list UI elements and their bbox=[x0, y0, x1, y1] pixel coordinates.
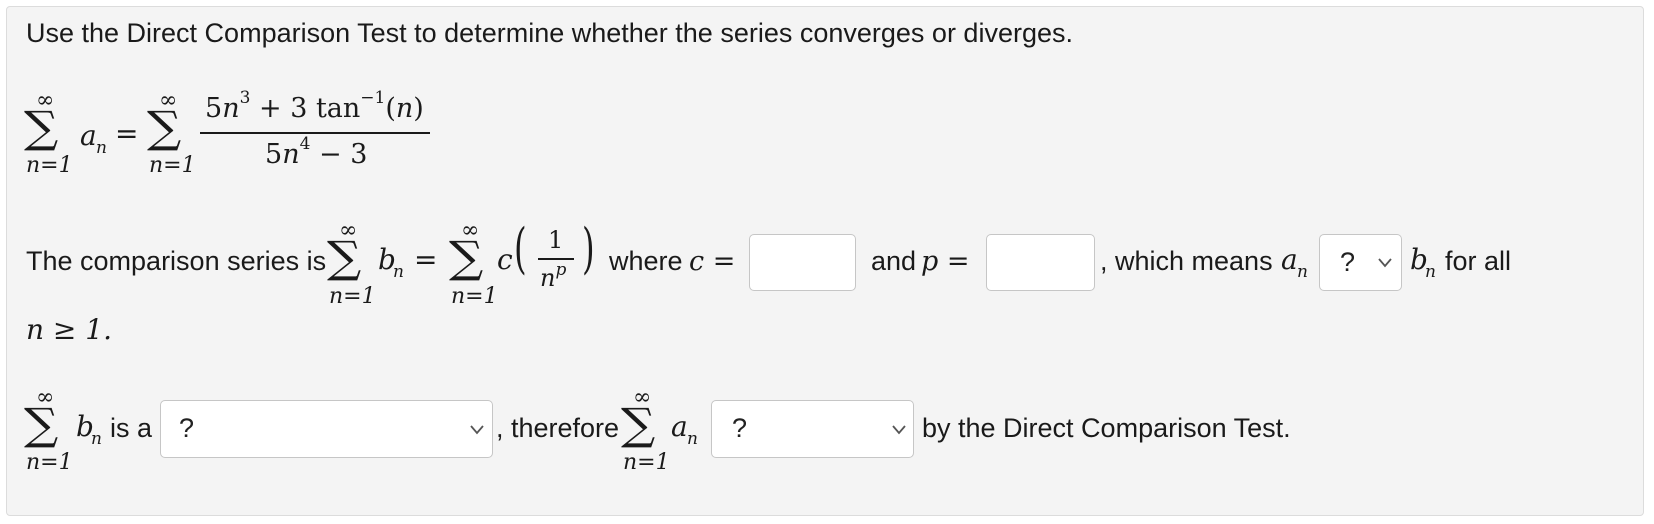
term-a: a bbox=[80, 119, 97, 152]
equals-sign-2: = bbox=[414, 243, 438, 276]
relation-select[interactable]: ? bbox=[1319, 234, 1402, 291]
chevron-down-icon bbox=[1378, 258, 1392, 268]
sigma-symbol-2: ∑ bbox=[147, 102, 182, 153]
sigma-symbol: ∑ bbox=[24, 102, 59, 153]
series-type-select-value: ? bbox=[179, 413, 195, 443]
comparison-frac-denominator: np bbox=[540, 260, 567, 292]
c-equals-label: c = bbox=[689, 246, 736, 277]
chevron-down-icon bbox=[470, 425, 484, 435]
is-a-label: is a bbox=[110, 413, 153, 443]
sigma-symbol-4: ∑ bbox=[449, 232, 484, 283]
comparison-frac-numerator: 1 bbox=[548, 226, 564, 254]
sum-lower-limit-3: n=1 bbox=[329, 284, 376, 309]
relation-select-value: ? bbox=[1340, 247, 1356, 277]
fraction-denominator: 5n4 − 3 bbox=[265, 134, 368, 170]
for-all-label: for all bbox=[1445, 246, 1512, 276]
sigma-symbol-6: ∑ bbox=[621, 399, 656, 450]
sigma-symbol-5: ∑ bbox=[24, 399, 59, 450]
fraction-bar bbox=[200, 132, 430, 134]
conclusion-term-b-subscript: n bbox=[91, 429, 102, 449]
fraction-numerator: 5n3 + 3 tan−1(n) bbox=[205, 88, 424, 124]
sum-lower-limit-5: n=1 bbox=[26, 450, 73, 475]
conclusion-term-a: a bbox=[671, 410, 688, 443]
behavior-select[interactable]: ? bbox=[711, 400, 914, 458]
sum-lower-limit: n=1 bbox=[26, 153, 73, 178]
condition-text: n ≥ 1. bbox=[26, 313, 113, 346]
p-equals-label: p = bbox=[921, 246, 970, 277]
behavior-select-value: ? bbox=[732, 413, 748, 443]
comparison-prefix: The comparison series is bbox=[26, 246, 327, 276]
left-paren: ( bbox=[514, 217, 527, 280]
for-all-term-b-subscript: n bbox=[1425, 262, 1436, 282]
right-paren: ) bbox=[582, 217, 595, 280]
series-type-select[interactable]: ? bbox=[160, 400, 493, 458]
therefore-label: , therefore bbox=[496, 413, 620, 443]
instructions-text: Use the Direct Comparison Test to determ… bbox=[26, 18, 1073, 48]
term-b-subscript: n bbox=[393, 262, 404, 282]
which-means-label: , which means bbox=[1100, 246, 1273, 276]
c-value-input[interactable] bbox=[749, 234, 856, 291]
conclusion-term-a-subscript: n bbox=[687, 429, 698, 449]
constant-c: c bbox=[497, 243, 513, 276]
sigma-symbol-3: ∑ bbox=[327, 232, 362, 283]
by-test-label: by the Direct Comparison Test. bbox=[922, 413, 1291, 443]
where-label: where bbox=[609, 246, 683, 276]
which-means-term-a-subscript: n bbox=[1297, 262, 1308, 282]
term-a-subscript: n bbox=[96, 138, 107, 158]
equals-sign: = bbox=[115, 117, 139, 150]
sum-lower-limit-6: n=1 bbox=[623, 450, 670, 475]
and-label: and bbox=[871, 246, 917, 276]
sum-lower-limit-4: n=1 bbox=[451, 284, 498, 309]
sum-lower-limit-2: n=1 bbox=[149, 153, 196, 178]
which-means-term-a: a bbox=[1281, 243, 1298, 276]
p-value-input[interactable] bbox=[986, 234, 1095, 291]
chevron-down-icon bbox=[892, 425, 906, 435]
